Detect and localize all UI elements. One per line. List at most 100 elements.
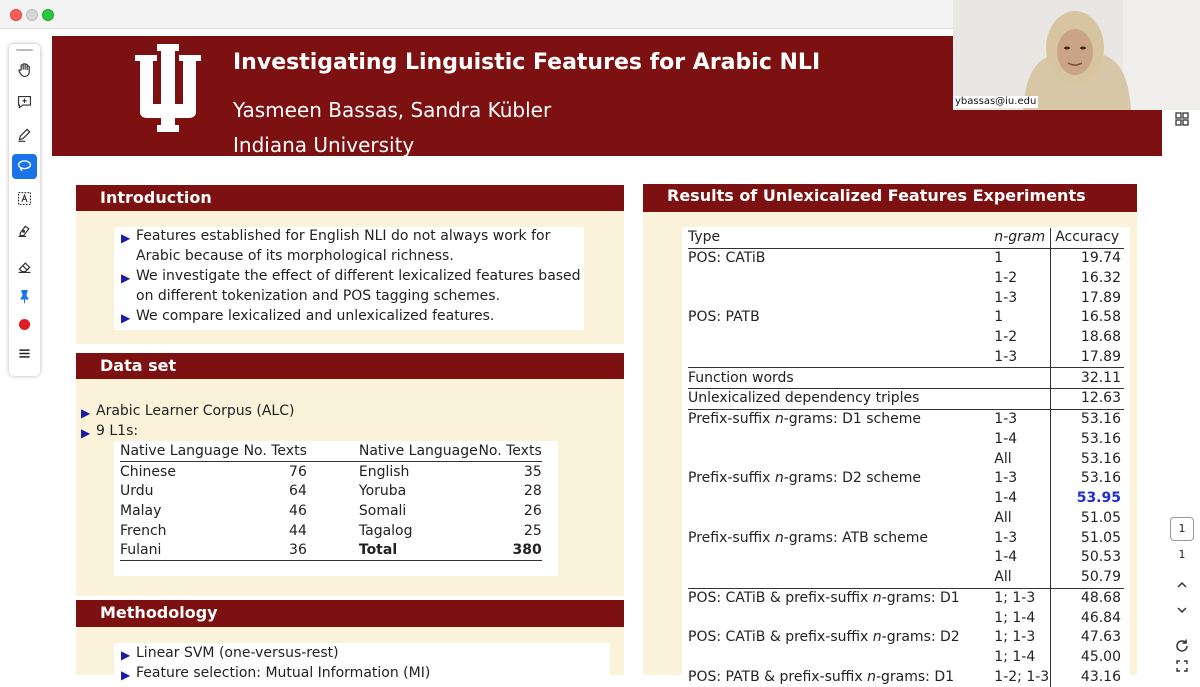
ngram-cell bbox=[994, 368, 1050, 389]
ngram-cell: 1 bbox=[994, 308, 1050, 328]
table-row: POS: CATiB119.74 bbox=[688, 248, 1124, 268]
lasso-icon[interactable] bbox=[12, 154, 37, 179]
type-cell bbox=[688, 269, 994, 289]
slide-affiliation: Indiana University bbox=[233, 133, 414, 157]
type-cell bbox=[688, 568, 994, 588]
chevron-up-icon[interactable] bbox=[1173, 576, 1191, 594]
ngram-cell: 1-3 bbox=[994, 528, 1050, 548]
table-row: Function words32.11 bbox=[688, 368, 1124, 389]
type-cell: Prefix-suffix n-grams: ATB scheme bbox=[688, 528, 994, 548]
type-cell bbox=[688, 648, 994, 668]
slide-title: Investigating Linguistic Features for Ar… bbox=[233, 50, 820, 75]
column-header-accuracy: Accuracy bbox=[1051, 228, 1124, 248]
toolbar-drag-handle[interactable] bbox=[16, 49, 33, 51]
ngram-cell: 1-4 bbox=[994, 548, 1050, 568]
accuracy-cell: 50.79 bbox=[1051, 568, 1124, 588]
menu-icon[interactable] bbox=[12, 341, 37, 366]
type-cell: Prefix-suffix n-grams: D1 scheme bbox=[688, 409, 994, 429]
ngram-cell: 1; 1-4 bbox=[994, 608, 1050, 628]
current-page-input[interactable]: 1 bbox=[1170, 517, 1194, 541]
dataset-table: Native Language No. Texts Native Languag… bbox=[120, 441, 542, 561]
type-cell bbox=[688, 509, 994, 529]
ngram-cell: 1-2 bbox=[994, 328, 1050, 348]
presenter-video-frame bbox=[953, 0, 1200, 110]
table-header-row: Native Language No. Texts Native Languag… bbox=[120, 441, 542, 461]
fit-page-icon[interactable] bbox=[1173, 657, 1191, 675]
accuracy-cell: 53.16 bbox=[1051, 469, 1124, 489]
close-window-button[interactable] bbox=[10, 9, 22, 21]
methodology-bullets: ▶Linear SVM (one-versus-rest) ▶Feature s… bbox=[121, 643, 601, 683]
accuracy-cell: 50.53 bbox=[1051, 548, 1124, 568]
results-heading: Results of Unlexicalized Features Experi… bbox=[643, 184, 1137, 212]
table-row: POS: CATiB & prefix-suffix n-grams: D21;… bbox=[688, 628, 1124, 648]
refresh-icon[interactable] bbox=[1173, 637, 1191, 655]
accuracy-cell: 12.63 bbox=[1051, 389, 1124, 410]
table-row: Prefix-suffix n-grams: D1 scheme1-353.16 bbox=[688, 409, 1124, 429]
slide-authors: Yasmeen Bassas, Sandra Kübler bbox=[233, 98, 551, 122]
ngram-cell: 1; 1-3 bbox=[994, 628, 1050, 648]
type-cell bbox=[688, 449, 994, 469]
pin-icon[interactable] bbox=[12, 284, 37, 309]
table-row: Fulani36 Total380 bbox=[120, 540, 542, 560]
eraser-icon[interactable] bbox=[12, 254, 37, 279]
hand-icon[interactable] bbox=[12, 58, 37, 83]
table-row: All50.79 bbox=[688, 568, 1124, 588]
pen-icon[interactable] bbox=[12, 122, 37, 147]
table-row: Unlexicalized dependency triples12.63 bbox=[688, 389, 1124, 410]
list-item: ▶9 L1s: bbox=[81, 421, 481, 441]
bullet-triangle-icon: ▶ bbox=[121, 268, 130, 288]
dataset-heading: Data set bbox=[76, 353, 624, 379]
list-item: ▶Arabic Learner Corpus (ALC) bbox=[81, 401, 481, 421]
type-cell: POS: CATiB bbox=[688, 248, 994, 268]
grid-view-icon[interactable] bbox=[1173, 110, 1191, 128]
type-cell bbox=[688, 328, 994, 348]
dataset-bullets: ▶Arabic Learner Corpus (ALC) ▶9 L1s: bbox=[81, 401, 481, 441]
ngram-cell: 1-2; 1-3 bbox=[994, 668, 1050, 687]
table-row: 1-450.53 bbox=[688, 548, 1124, 568]
bullet-triangle-icon: ▶ bbox=[121, 665, 130, 685]
accuracy-cell: 16.58 bbox=[1051, 308, 1124, 328]
ngram-cell: 1; 1-4 bbox=[994, 648, 1050, 668]
zoom-window-button[interactable] bbox=[42, 9, 54, 21]
accuracy-cell: 17.89 bbox=[1051, 348, 1124, 368]
accuracy-cell: 32.11 bbox=[1051, 368, 1124, 389]
list-item: ▶We investigate the effect of different … bbox=[121, 266, 581, 306]
list-item: ▶Feature selection: Mutual Information (… bbox=[121, 663, 601, 683]
methodology-heading: Methodology bbox=[76, 600, 624, 627]
bullet-triangle-icon: ▶ bbox=[81, 403, 90, 423]
ngram-cell: 1 bbox=[994, 248, 1050, 268]
table-row: All53.16 bbox=[688, 449, 1124, 469]
type-cell bbox=[688, 348, 994, 368]
accuracy-cell: 45.00 bbox=[1051, 648, 1124, 668]
accuracy-cell: 47.63 bbox=[1051, 628, 1124, 648]
table-row: 1-453.16 bbox=[688, 430, 1124, 450]
list-item: ▶Features established for English NLI do… bbox=[121, 226, 581, 266]
table-row: Malay46 Somali26 bbox=[120, 501, 542, 521]
table-row: 1-216.32 bbox=[688, 269, 1124, 289]
table-row: French44 Tagalog25 bbox=[120, 521, 542, 541]
minimize-window-button[interactable] bbox=[26, 9, 38, 21]
type-cell bbox=[688, 548, 994, 568]
type-cell bbox=[688, 489, 994, 509]
results-table: Type n-gram Accuracy POS: CATiB119.741-2… bbox=[688, 228, 1124, 687]
record-icon[interactable] bbox=[12, 312, 37, 337]
accuracy-cell: 51.05 bbox=[1051, 509, 1124, 529]
results-table-body: POS: CATiB119.741-216.321-317.89POS: PAT… bbox=[688, 248, 1124, 687]
accuracy-cell: 53.16 bbox=[1051, 409, 1124, 429]
type-cell: POS: CATiB & prefix-suffix n-grams: D2 bbox=[688, 628, 994, 648]
add-comment-icon[interactable] bbox=[12, 90, 37, 115]
type-cell bbox=[688, 608, 994, 628]
text-box-icon[interactable] bbox=[12, 186, 37, 211]
highlighter-icon[interactable] bbox=[12, 218, 37, 243]
column-header-ngram: n-gram bbox=[994, 228, 1050, 248]
bullet-triangle-icon: ▶ bbox=[81, 423, 90, 443]
chevron-down-icon[interactable] bbox=[1173, 601, 1191, 619]
webcam-email-label: ybassas@iu.edu bbox=[953, 96, 1038, 108]
table-row: 1-218.68 bbox=[688, 328, 1124, 348]
type-cell bbox=[688, 430, 994, 450]
table-row: Prefix-suffix n-grams: ATB scheme1-351.0… bbox=[688, 528, 1124, 548]
table-row: Chinese76 English35 bbox=[120, 461, 542, 481]
ngram-cell: 1; 1-3 bbox=[994, 588, 1050, 608]
accuracy-cell: 53.16 bbox=[1051, 449, 1124, 469]
accuracy-cell: 19.74 bbox=[1051, 248, 1124, 268]
